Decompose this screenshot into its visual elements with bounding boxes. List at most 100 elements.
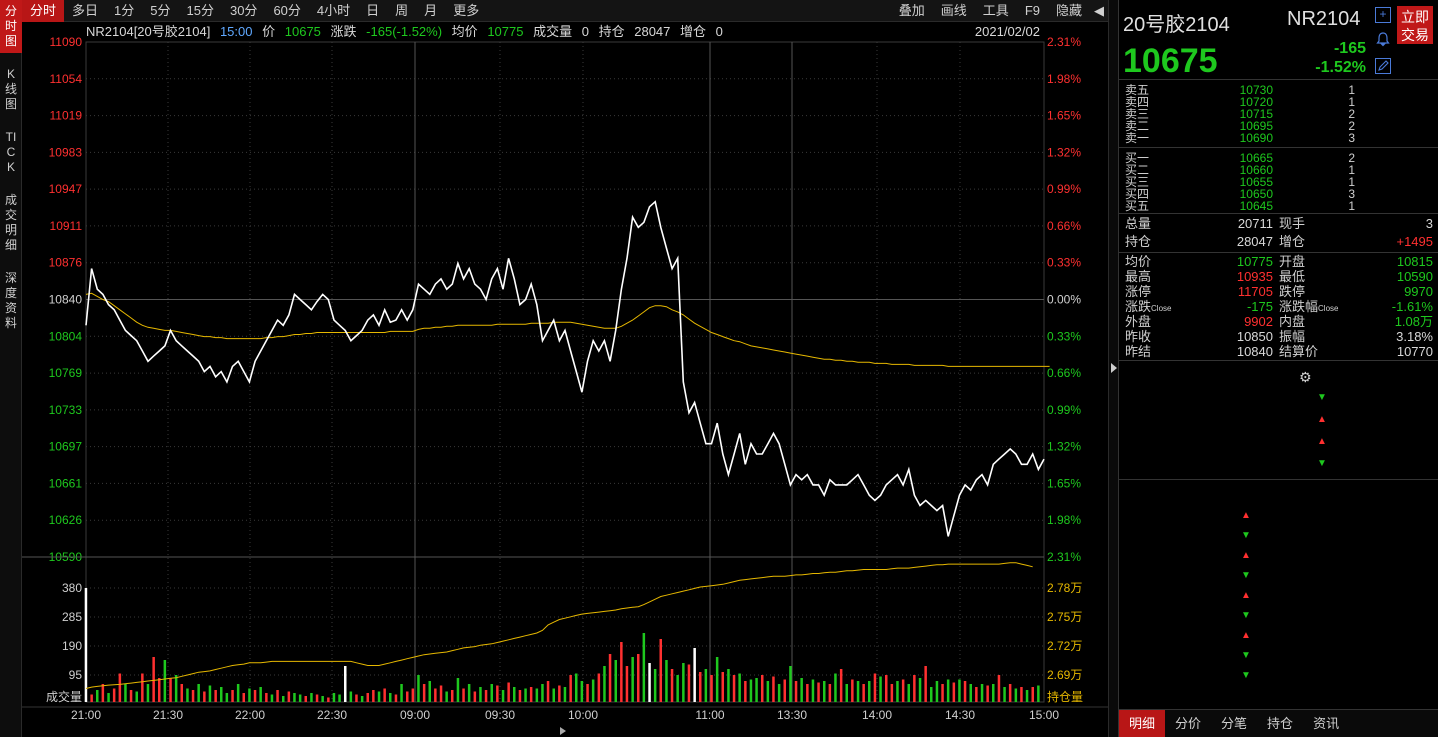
volume-bar xyxy=(653,669,657,702)
tick-table-header xyxy=(1119,484,1438,506)
stat-label: 开盘 xyxy=(1279,254,1305,269)
bids-row[interactable]: 买二 10660 1 xyxy=(1119,164,1438,176)
bids-price: 10645 xyxy=(1239,199,1273,213)
stat-value: +1495 xyxy=(1396,234,1433,249)
volume-bar xyxy=(591,679,595,702)
add-watch-icon[interactable]: + xyxy=(1375,7,1391,23)
volume-bar xyxy=(174,675,178,702)
volume-bar xyxy=(727,669,730,702)
asks-row[interactable]: 卖一 10690 3 xyxy=(1119,132,1438,144)
asks-row[interactable]: 卖二 10695 2 xyxy=(1119,120,1438,132)
stat-label-text: 总量 xyxy=(1125,216,1152,231)
detail-tab-2[interactable]: 分笔 xyxy=(1211,710,1257,737)
volume-bar xyxy=(992,684,995,702)
detail-tab-4[interactable]: 资讯 xyxy=(1303,710,1349,737)
time-tick-label: 21:30 xyxy=(153,708,183,722)
average-price-line xyxy=(85,292,1050,367)
big-order-row[interactable]: ▼ xyxy=(1119,387,1438,409)
time-tick-label: 10:00 xyxy=(568,708,598,722)
volume-bar xyxy=(625,666,629,702)
asks-label: 卖一 xyxy=(1125,131,1150,145)
asks-price: 10690 xyxy=(1239,131,1273,145)
stat-label: 总量 xyxy=(1125,215,1151,233)
pct-tick-label: 1.32% xyxy=(1047,440,1081,454)
stat-row: 涨停 11705 跌停 9970 xyxy=(1119,284,1438,299)
stat-label: 跌停 xyxy=(1279,284,1305,299)
volume-bar xyxy=(958,679,961,702)
volume-bar xyxy=(507,682,510,702)
big-order-row[interactable]: ▲ xyxy=(1119,409,1438,431)
stat-label-text: 增仓 xyxy=(1279,234,1306,249)
pct-tick-label: 0.33% xyxy=(1047,256,1081,270)
tick-row[interactable]: ▼ xyxy=(1119,666,1438,686)
tick-row[interactable]: ▼ xyxy=(1119,646,1438,666)
volume-bar xyxy=(631,657,634,702)
trade-now-button[interactable]: 立即交易 xyxy=(1397,6,1433,44)
bids-row[interactable]: 买三 10655 1 xyxy=(1119,176,1438,188)
volume-bar xyxy=(845,684,848,702)
price-tick-label: 11054 xyxy=(50,72,83,86)
volume-bar xyxy=(236,684,240,702)
volume-bar xyxy=(406,691,409,702)
volume-tick-label: 285 xyxy=(62,610,82,624)
intraday-chart[interactable]: 11090 2.31% 11054 1.98% 11019 1.65% 10983 1.32%… xyxy=(0,0,1108,737)
volume-bar xyxy=(535,688,539,702)
asks-row[interactable]: 卖四 10720 1 xyxy=(1119,96,1438,108)
bids-row[interactable]: 买四 10650 3 xyxy=(1119,188,1438,200)
volume-bar xyxy=(862,684,865,702)
price-label: 价 xyxy=(262,24,276,39)
quote-panel: 20号胶2104 NR2104 + 立即交易 10675 -165 -1.52%… xyxy=(1118,0,1438,737)
arrow-up-icon: ▲ xyxy=(1241,510,1251,521)
detail-tab-0[interactable]: 明细 xyxy=(1119,710,1166,737)
tick-row[interactable]: ▲ xyxy=(1119,506,1438,526)
big-order-row[interactable]: ▲ xyxy=(1119,431,1438,453)
stat-label: 内盘 xyxy=(1279,314,1305,329)
volume-bar xyxy=(811,679,815,702)
detail-tab-1[interactable]: 分价 xyxy=(1165,710,1211,737)
bell-icon[interactable] xyxy=(1375,31,1391,47)
volume-bar xyxy=(344,666,347,702)
volume-bar xyxy=(907,684,910,702)
pct-tick-label: 0.33% xyxy=(1047,329,1081,343)
edit-icon[interactable] xyxy=(1375,58,1391,74)
tick-row[interactable]: ▲ xyxy=(1119,586,1438,606)
big-order-row[interactable]: ▼ xyxy=(1119,453,1438,475)
tick-row[interactable]: ▲ xyxy=(1119,626,1438,646)
volume-bar xyxy=(541,684,544,702)
panel-toggle[interactable] xyxy=(1108,0,1118,737)
volume-bar xyxy=(377,691,381,702)
tick-row[interactable]: ▼ xyxy=(1119,606,1438,626)
volume-bar xyxy=(1025,690,1029,702)
asks-row[interactable]: 卖三 10715 2 xyxy=(1119,108,1438,120)
gear-icon[interactable]: ⚙ xyxy=(1299,366,1312,388)
volume-bar xyxy=(428,681,431,702)
volume-bar xyxy=(124,684,127,702)
expand-arrow-icon[interactable] xyxy=(1111,363,1117,373)
tick-row[interactable]: ▼ xyxy=(1119,566,1438,586)
volume-bar xyxy=(546,681,550,702)
oi-change-value: 0 xyxy=(715,24,723,39)
big-order-table: ⚙ ▼ ▲ ▲ ▼ xyxy=(1119,361,1438,480)
pct-tick-label: 0.00% xyxy=(1047,293,1081,307)
asks-row[interactable]: 卖五 10730 1 xyxy=(1119,84,1438,96)
volume-bar xyxy=(394,694,398,702)
stat-value: 10935 xyxy=(1236,269,1273,284)
bids-row[interactable]: 买一 10665 2 xyxy=(1119,152,1438,164)
info-time: 15:00 xyxy=(219,24,253,39)
volume-bar xyxy=(118,673,122,702)
volume-bar xyxy=(879,676,882,702)
price-value: 10675 xyxy=(284,24,321,39)
tick-table: ▲ ▼ ▲ ▼ ▲ ▼ ▲ ▼ ▼ xyxy=(1119,480,1438,706)
tick-row[interactable]: ▼ xyxy=(1119,526,1438,546)
price-tick-label: 10983 xyxy=(49,145,83,159)
bids-row[interactable]: 买五 10645 1 xyxy=(1119,200,1438,212)
tick-row[interactable]: ▲ xyxy=(1119,546,1438,566)
volume-bar xyxy=(338,694,341,702)
volume-bar xyxy=(158,678,161,702)
tick-row[interactable] xyxy=(1119,686,1438,706)
pct-tick-label: 0.66% xyxy=(1047,366,1081,380)
volume-bar xyxy=(287,691,291,702)
volume-bar xyxy=(321,696,324,702)
detail-tab-3[interactable]: 持仓 xyxy=(1257,710,1303,737)
time-tick-label: 21:00 xyxy=(71,708,101,722)
